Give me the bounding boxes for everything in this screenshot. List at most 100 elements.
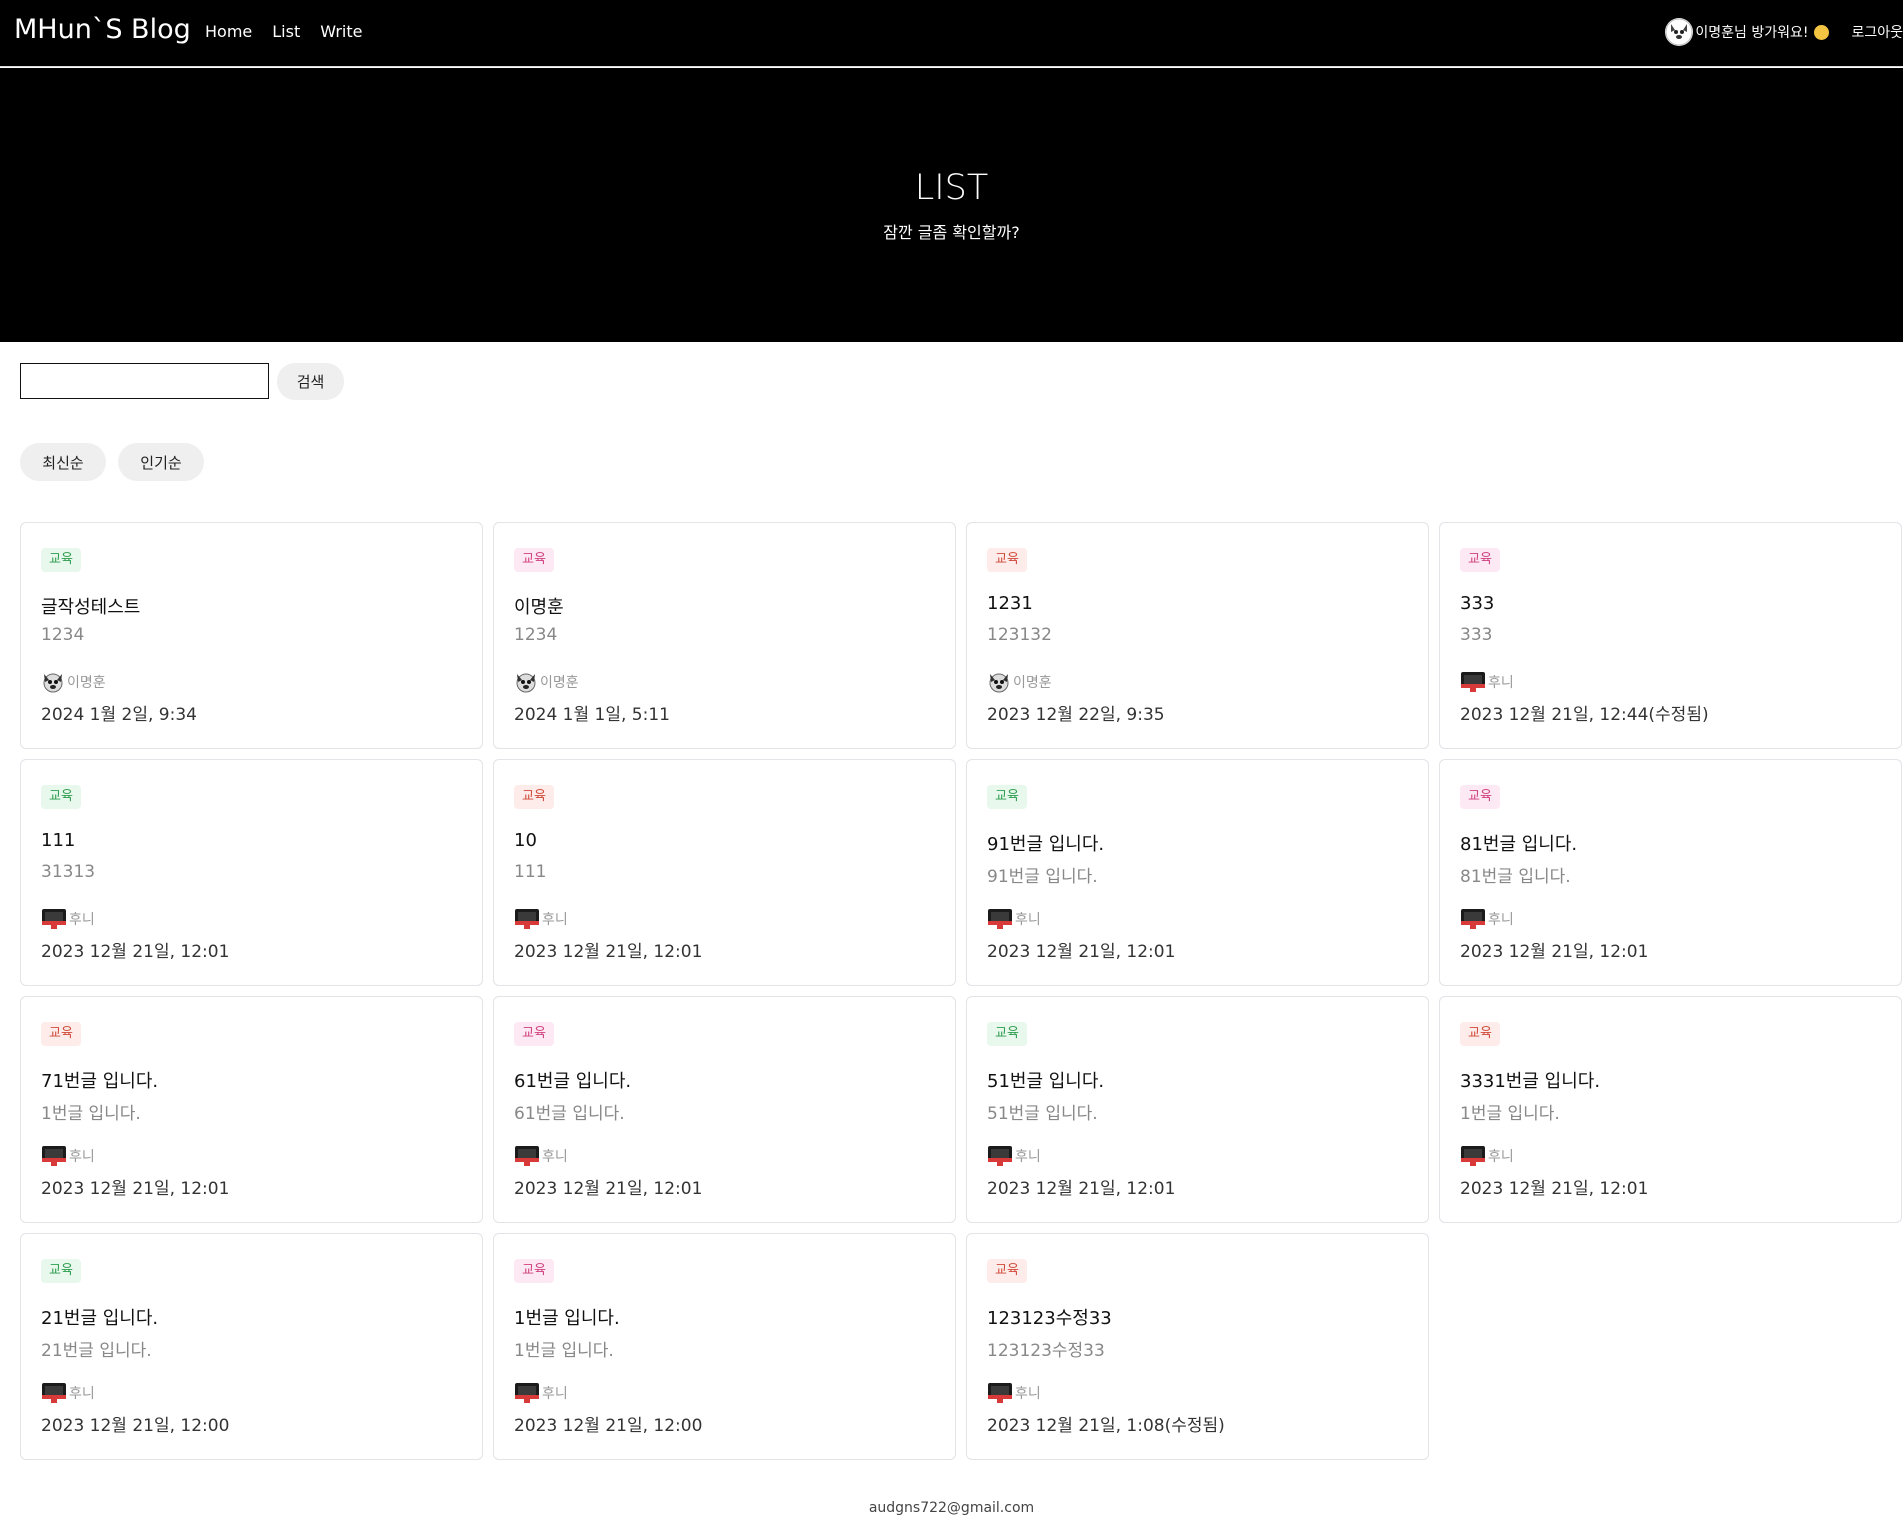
author-name: 후니	[542, 1386, 568, 1402]
computer-avatar-icon	[514, 1144, 540, 1168]
category-tag: 교육	[987, 785, 1027, 809]
post-card[interactable]: 교육 123123수정33 123123수정33 후니 2023 12월 21일…	[966, 1233, 1429, 1460]
welcome-text: 이명훈님 방가워요!	[1695, 25, 1809, 41]
post-card[interactable]: 교육 71번글 입니다. 1번글 입니다. 후니 2023 12월 21일, 1…	[20, 996, 483, 1223]
user-area: 이명훈님 방가워요! 로그아웃	[1665, 18, 1903, 46]
post-author: 후니	[1460, 1144, 1514, 1168]
post-date: 2023 12월 21일, 12:01	[514, 942, 703, 962]
computer-avatar-icon	[1460, 907, 1486, 931]
page-subtitle: 잠깐 글좀 확인할까?	[883, 223, 1020, 242]
post-author: 이명훈	[987, 670, 1052, 694]
post-excerpt: 91번글 입니다.	[987, 867, 1098, 887]
computer-avatar-icon	[41, 1381, 67, 1405]
computer-avatar-icon	[514, 907, 540, 931]
nav-home-link[interactable]: Home	[205, 22, 252, 41]
author-name: 이명훈	[1013, 675, 1052, 691]
post-date: 2023 12월 21일, 1:08(수정됨)	[987, 1416, 1225, 1436]
post-excerpt: 21번글 입니다.	[41, 1341, 152, 1361]
main-nav: Home List Write	[205, 22, 362, 41]
post-title: 61번글 입니다.	[514, 1071, 632, 1092]
post-card[interactable]: 교육 3331번글 입니다. 1번글 입니다. 후니 2023 12월 21일,…	[1439, 996, 1902, 1223]
post-excerpt: 61번글 입니다.	[514, 1104, 625, 1124]
emoji-icon	[1814, 24, 1830, 40]
post-author: 후니	[1460, 670, 1514, 694]
post-title: 333	[1460, 593, 1495, 614]
category-tag: 교육	[514, 785, 554, 809]
post-title: 71번글 입니다.	[41, 1071, 159, 1092]
post-author: 이명훈	[41, 670, 106, 694]
post-date: 2023 12월 21일, 12:00	[514, 1416, 703, 1436]
post-title: 21번글 입니다.	[41, 1308, 159, 1329]
category-tag: 교육	[514, 1259, 554, 1283]
post-author: 후니	[41, 1381, 95, 1405]
category-tag: 교육	[1460, 1022, 1500, 1046]
search-input[interactable]	[20, 363, 269, 399]
post-excerpt: 1234	[41, 625, 85, 645]
post-date: 2023 12월 21일, 12:01	[1460, 942, 1649, 962]
author-name: 후니	[1488, 675, 1514, 691]
post-title: 10	[514, 830, 537, 851]
post-excerpt: 123123수정33	[987, 1341, 1105, 1361]
dog-avatar-icon	[41, 670, 65, 694]
post-card[interactable]: 교육 이명훈 1234 이명훈 2024 1월 1일, 5:11	[493, 522, 956, 749]
post-card[interactable]: 교육 111 31313 후니 2023 12월 21일, 12:01	[20, 759, 483, 986]
post-date: 2023 12월 21일, 12:00	[41, 1416, 230, 1436]
author-name: 후니	[542, 912, 568, 928]
category-tag: 교육	[987, 548, 1027, 572]
dog-avatar-icon	[514, 670, 538, 694]
post-date: 2023 12월 21일, 12:01	[514, 1179, 703, 1199]
post-card[interactable]: 교육 1231 123132 이명훈 2023 12월 22일, 9:35	[966, 522, 1429, 749]
author-name: 후니	[1015, 912, 1041, 928]
post-card[interactable]: 교육 333 333 후니 2023 12월 21일, 12:44(수정됨)	[1439, 522, 1902, 749]
post-excerpt: 1번글 입니다.	[514, 1341, 614, 1361]
post-card[interactable]: 교육 91번글 입니다. 91번글 입니다. 후니 2023 12월 21일, …	[966, 759, 1429, 986]
top-navbar: MHun`S Blog Home List Write 이명훈님 방가워요! 로…	[0, 0, 1903, 67]
nav-list-link[interactable]: List	[272, 22, 300, 41]
author-name: 후니	[542, 1149, 568, 1165]
post-excerpt: 1234	[514, 625, 558, 645]
post-date: 2023 12월 21일, 12:01	[1460, 1179, 1649, 1199]
post-author: 후니	[514, 1144, 568, 1168]
post-author: 후니	[41, 907, 95, 931]
post-excerpt: 51번글 입니다.	[987, 1104, 1098, 1124]
post-author: 후니	[987, 1381, 1041, 1405]
post-title: 이명훈	[514, 597, 564, 618]
post-date: 2023 12월 21일, 12:01	[41, 942, 230, 962]
post-card[interactable]: 교육 10 111 후니 2023 12월 21일, 12:01	[493, 759, 956, 986]
category-tag: 교육	[41, 548, 81, 572]
post-card[interactable]: 교육 81번글 입니다. 81번글 입니다. 후니 2023 12월 21일, …	[1439, 759, 1902, 986]
computer-avatar-icon	[987, 907, 1013, 931]
computer-avatar-icon	[514, 1381, 540, 1405]
nav-write-link[interactable]: Write	[320, 22, 362, 41]
post-card[interactable]: 교육 글작성테스트 1234 이명훈 2024 1월 2일, 9:34	[20, 522, 483, 749]
post-card[interactable]: 교육 1번글 입니다. 1번글 입니다. 후니 2023 12월 21일, 12…	[493, 1233, 956, 1460]
computer-avatar-icon	[987, 1144, 1013, 1168]
post-title: 51번글 입니다.	[987, 1071, 1105, 1092]
post-card[interactable]: 교육 21번글 입니다. 21번글 입니다. 후니 2023 12월 21일, …	[20, 1233, 483, 1460]
post-card[interactable]: 교육 61번글 입니다. 61번글 입니다. 후니 2023 12월 21일, …	[493, 996, 956, 1223]
post-excerpt: 1번글 입니다.	[41, 1104, 141, 1124]
post-title: 91번글 입니다.	[987, 834, 1105, 855]
post-author: 후니	[987, 1144, 1041, 1168]
post-excerpt: 81번글 입니다.	[1460, 867, 1571, 887]
post-date: 2023 12월 21일, 12:01	[987, 942, 1176, 962]
post-excerpt: 31313	[41, 862, 96, 882]
search-button[interactable]: 검색	[277, 363, 344, 400]
post-grid: 교육 글작성테스트 1234 이명훈 2024 1월 2일, 9:34 교육 이…	[20, 522, 1902, 1460]
author-name: 이명훈	[67, 675, 106, 691]
logout-link[interactable]: 로그아웃	[1851, 22, 1903, 42]
post-author: 후니	[1460, 907, 1514, 931]
sort-popular-button[interactable]: 인기순	[118, 443, 204, 481]
category-tag: 교육	[987, 1259, 1027, 1283]
hero-banner: LIST 잠깐 글좀 확인할까?	[0, 68, 1903, 342]
category-tag: 교육	[41, 1259, 81, 1283]
dog-avatar-icon[interactable]	[1665, 18, 1694, 46]
brand-logo[interactable]: MHun`S Blog	[14, 14, 191, 45]
post-date: 2023 12월 22일, 9:35	[987, 705, 1165, 725]
post-author: 후니	[514, 907, 568, 931]
post-author: 후니	[41, 1144, 95, 1168]
post-excerpt: 111	[514, 862, 547, 882]
post-card[interactable]: 교육 51번글 입니다. 51번글 입니다. 후니 2023 12월 21일, …	[966, 996, 1429, 1223]
sort-latest-button[interactable]: 최신순	[20, 443, 106, 481]
category-tag: 교육	[514, 1022, 554, 1046]
